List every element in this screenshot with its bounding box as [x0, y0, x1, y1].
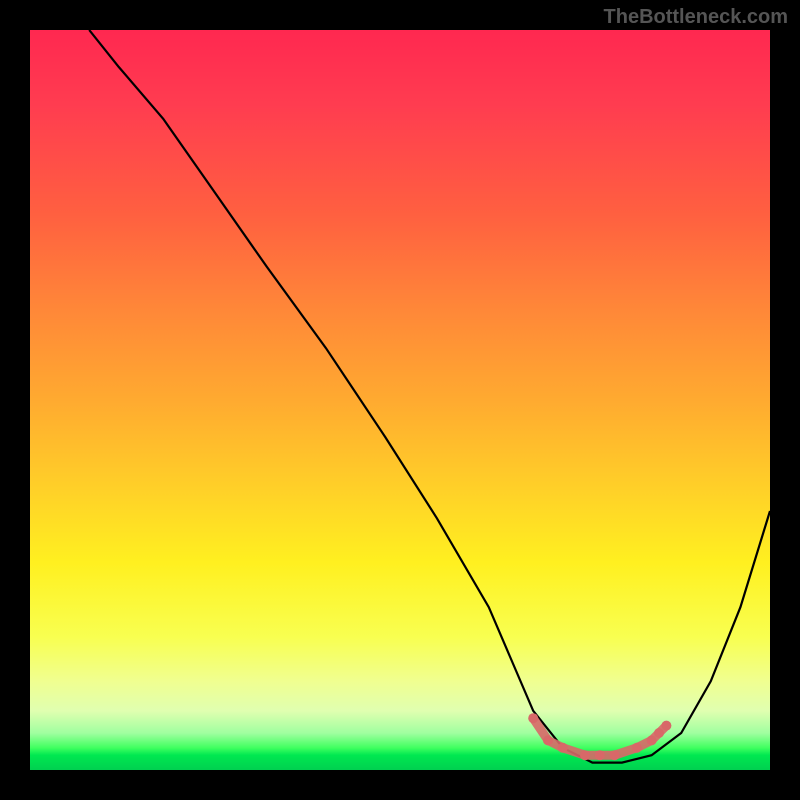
- marker-dot: [558, 743, 568, 753]
- marker-dot: [632, 743, 642, 753]
- marker-dot: [647, 735, 657, 745]
- marker-dot: [528, 713, 538, 723]
- watermark-text: TheBottleneck.com: [604, 6, 788, 29]
- marker-dot: [661, 721, 671, 731]
- marker-dot: [654, 728, 664, 738]
- marker-dot: [580, 750, 590, 760]
- chart-svg: [30, 30, 770, 770]
- plot-area: [30, 30, 770, 770]
- marker-dot: [595, 750, 605, 760]
- marker-dot: [610, 750, 620, 760]
- optimal-range-markers: [528, 713, 671, 760]
- bottleneck-curve: [89, 30, 770, 763]
- marker-dot: [543, 735, 553, 745]
